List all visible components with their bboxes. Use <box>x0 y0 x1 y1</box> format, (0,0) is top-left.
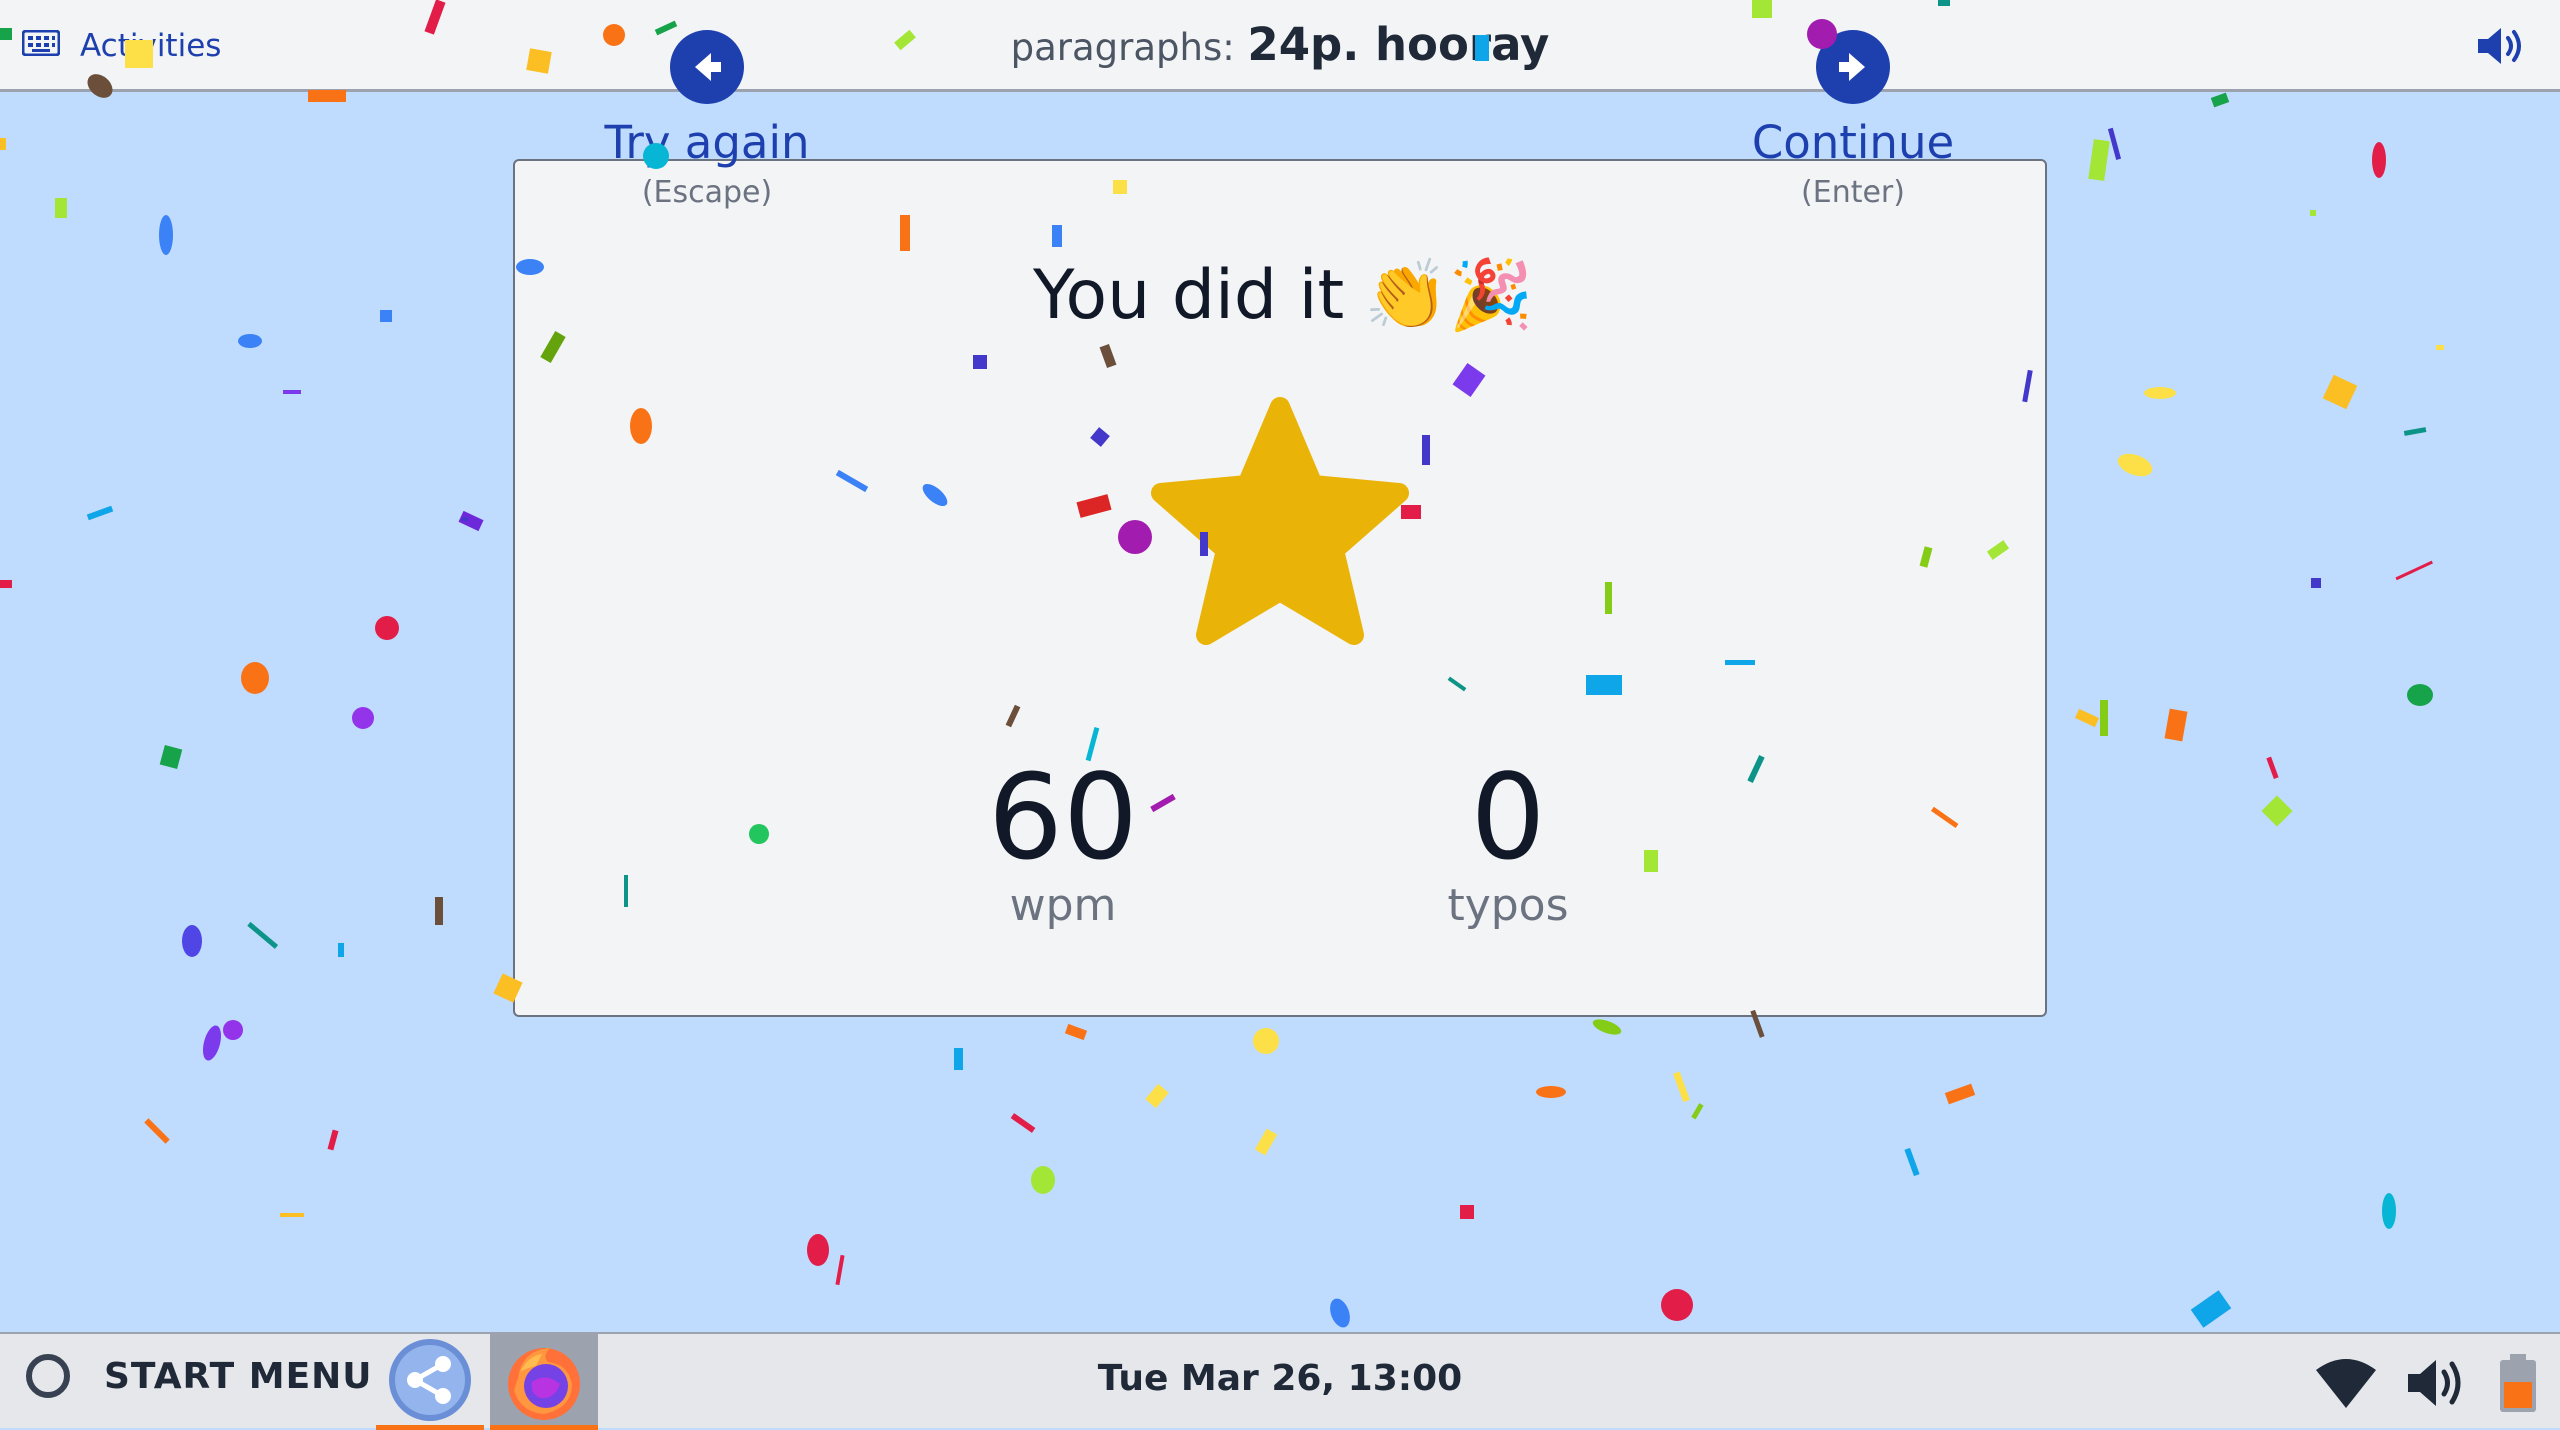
typos-value: 0 <box>1470 748 1546 886</box>
title-value: 24p. hooray <box>1247 18 1550 71</box>
wpm-stat: 60 wpm <box>933 758 1193 931</box>
arrow-right-icon <box>1816 30 1890 104</box>
headline-text: You did it <box>1033 255 1345 335</box>
wpm-value: 60 <box>987 748 1139 886</box>
clap-party-emojis: 👏🎉 <box>1364 256 1534 335</box>
page-title: paragraphs: 24p. hooray <box>0 18 2560 71</box>
continue-label: Continue <box>1751 116 1955 169</box>
continue-hint: (Enter) <box>1801 175 1905 210</box>
success-headline: You did it 👏🎉 <box>1033 255 1534 336</box>
try-again-label: Try again <box>604 116 810 169</box>
arrow-left-icon <box>670 30 744 104</box>
taskbar: START MENU Tue Mar 26, 13:00 <box>0 1332 2560 1430</box>
typos-unit: typos <box>1447 880 1569 931</box>
wpm-unit: wpm <box>1009 880 1117 931</box>
volume-icon[interactable] <box>2474 22 2530 70</box>
try-again-hint: (Escape) <box>641 175 773 210</box>
clock[interactable]: Tue Mar 26, 13:00 <box>0 1358 2560 1399</box>
volume-icon[interactable] <box>2404 1354 2470 1416</box>
top-bar: Activities paragraphs: 24p. hooray <box>0 0 2560 92</box>
title-label: paragraphs: <box>1010 26 1235 69</box>
star-icon <box>1143 393 1417 659</box>
typos-stat: 0 typos <box>1378 758 1638 931</box>
system-tray <box>2288 1352 2540 1418</box>
wifi-icon[interactable] <box>2314 1356 2378 1414</box>
try-again-button[interactable]: Try again (Escape) <box>577 30 837 210</box>
battery-icon[interactable] <box>2496 1352 2540 1418</box>
continue-button[interactable]: Continue (Enter) <box>1723 30 1983 210</box>
